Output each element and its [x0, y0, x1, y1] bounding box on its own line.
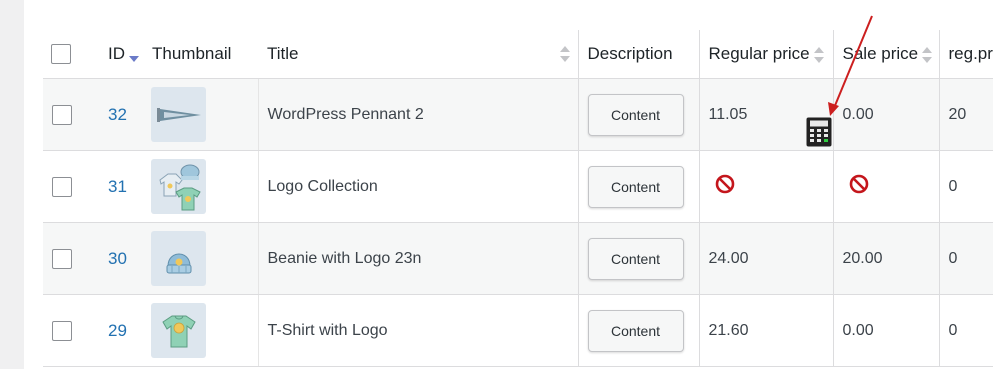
- thumbnail-cell: [143, 222, 259, 295]
- regular-price-cell[interactable]: [698, 150, 833, 223]
- row-checkbox[interactable]: [52, 320, 72, 341]
- select-all-cell: [43, 30, 99, 79]
- column-header-thumbnail-label: Thumbnail: [152, 44, 232, 63]
- row-select-cell: [43, 222, 99, 295]
- product-title[interactable]: Beanie with Logo 23n: [268, 250, 422, 267]
- column-header-thumbnail: Thumbnail: [143, 30, 258, 79]
- product-title[interactable]: WordPress Pennant 2: [268, 106, 424, 123]
- table-row: 30 Beanie with Logo 23n Content 24.00 20…: [43, 222, 993, 295]
- sale-price-value[interactable]: 0.00: [843, 322, 874, 339]
- column-header-title-label: Title: [267, 44, 299, 63]
- description-cell: Content: [577, 78, 699, 151]
- regular-price-cell[interactable]: 24.00: [698, 222, 833, 295]
- reg-pr-cell[interactable]: 20: [938, 78, 993, 151]
- reg-pr-cell[interactable]: 0: [938, 222, 993, 295]
- title-cell[interactable]: Beanie with Logo 23n: [258, 222, 578, 295]
- reg-pr-value[interactable]: 0: [949, 250, 958, 267]
- table-row: 29 T-Shirt with Logo Content 21.60 0.00 …: [43, 294, 993, 367]
- product-id-link[interactable]: 31: [108, 177, 127, 196]
- title-cell[interactable]: WordPress Pennant 2: [258, 78, 578, 151]
- clothing-collection-icon[interactable]: [151, 159, 206, 214]
- column-header-regular-price-label: Regular price: [708, 44, 810, 63]
- sale-price-value[interactable]: 20.00: [843, 250, 883, 267]
- reg-pr-cell[interactable]: 0: [938, 294, 993, 367]
- thumbnail-cell: [143, 150, 259, 223]
- regular-price-value[interactable]: 24.00: [709, 250, 749, 267]
- content-button[interactable]: Content: [587, 237, 684, 280]
- reg-pr-cell[interactable]: 0: [938, 150, 993, 223]
- description-cell: Content: [577, 294, 699, 367]
- reg-pr-value[interactable]: 0: [949, 178, 958, 195]
- regular-price-value[interactable]: 21.60: [709, 322, 749, 339]
- calculator-icon[interactable]: [806, 117, 832, 147]
- beanie-icon[interactable]: [151, 231, 206, 286]
- content-button[interactable]: Content: [587, 93, 684, 136]
- row-checkbox[interactable]: [52, 176, 72, 197]
- content-button[interactable]: Content: [587, 165, 684, 208]
- column-header-description: Description: [577, 30, 699, 79]
- column-header-reg-pr[interactable]: reg.pr: [938, 30, 993, 79]
- row-select-cell: [43, 294, 99, 367]
- red-arrow: [820, 14, 880, 118]
- content-button[interactable]: Content: [587, 309, 684, 352]
- description-cell: Content: [577, 150, 699, 223]
- id-cell: 30: [99, 222, 143, 295]
- id-cell: 31: [99, 150, 143, 223]
- column-header-regular-price[interactable]: Regular price: [698, 30, 833, 79]
- column-header-id[interactable]: ID: [99, 30, 143, 79]
- product-title[interactable]: T-Shirt with Logo: [268, 322, 388, 339]
- regular-price-value[interactable]: 11.05: [709, 106, 748, 123]
- product-id-link[interactable]: 29: [108, 321, 127, 340]
- row-checkbox[interactable]: [52, 104, 72, 125]
- title-cell[interactable]: Logo Collection: [258, 150, 578, 223]
- reg-pr-value[interactable]: 20: [949, 106, 967, 123]
- thumbnail-cell: [143, 294, 259, 367]
- id-cell: 29: [99, 294, 143, 367]
- column-header-reg-pr-label: reg.pr: [948, 44, 993, 63]
- not-allowed-icon: [715, 174, 735, 199]
- not-allowed-icon: [849, 174, 869, 199]
- tshirt-icon[interactable]: [151, 303, 206, 358]
- column-header-description-label: Description: [587, 44, 673, 63]
- sale-price-cell[interactable]: [832, 150, 939, 223]
- row-checkbox[interactable]: [52, 248, 72, 269]
- product-id-link[interactable]: 32: [108, 105, 127, 124]
- admin-sidebar-edge: [0, 0, 24, 369]
- select-all-checkbox[interactable]: [51, 44, 71, 65]
- description-cell: Content: [577, 222, 699, 295]
- id-cell: 32: [99, 78, 143, 151]
- sale-price-cell[interactable]: 0.00: [832, 294, 939, 367]
- sort-descending-icon[interactable]: [129, 56, 139, 62]
- table-row: 31 Logo Collection Content 0: [43, 150, 993, 223]
- sort-sale-price-icon[interactable]: [922, 46, 933, 63]
- regular-price-cell[interactable]: 21.60: [698, 294, 833, 367]
- product-title[interactable]: Logo Collection: [268, 178, 378, 195]
- column-header-title[interactable]: Title: [258, 30, 578, 79]
- reg-pr-value[interactable]: 0: [949, 322, 958, 339]
- title-cell[interactable]: T-Shirt with Logo: [258, 294, 578, 367]
- row-select-cell: [43, 150, 99, 223]
- row-select-cell: [43, 78, 99, 151]
- column-header-id-label: ID: [108, 44, 125, 63]
- pennant-icon[interactable]: [151, 87, 206, 142]
- sort-title-icon[interactable]: [559, 46, 570, 62]
- product-id-link[interactable]: 30: [108, 249, 127, 268]
- sale-price-cell[interactable]: 20.00: [832, 222, 939, 295]
- thumbnail-cell: [143, 78, 259, 151]
